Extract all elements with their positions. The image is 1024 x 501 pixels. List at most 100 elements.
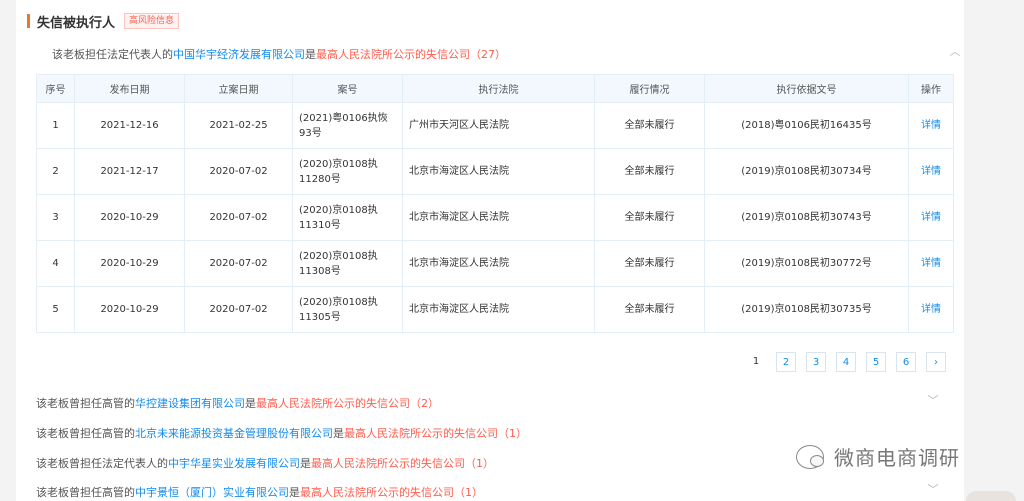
record-prefix: 该老板曾担任高管的 [36, 427, 135, 440]
cell-basis: (2019)京0108民初30772号 [704, 240, 909, 287]
detail-link[interactable]: 详情 [908, 102, 954, 149]
cell-case-no: (2021)粤0106执恢93号 [292, 102, 403, 149]
record-middle: 是 [333, 427, 344, 440]
table-row: 1 2021-12-16 2021-02-25 (2021)粤0106执恢93号… [36, 102, 954, 149]
cell-pub-date: 2020-10-29 [74, 286, 185, 333]
record-middle: 是 [289, 486, 300, 499]
company-link[interactable]: 中宇华星实业发展有限公司 [168, 457, 300, 470]
record-count: （27） [470, 48, 506, 61]
cell-no: 5 [36, 286, 75, 333]
cell-pub-date: 2021-12-16 [74, 102, 185, 149]
table-row: 4 2020-10-29 2020-07-02 (2020)京0108执1130… [36, 240, 954, 287]
header-status: 履行情况 [594, 74, 705, 103]
cell-no: 3 [36, 194, 75, 241]
record-count: （1） [498, 427, 527, 440]
cell-court: 北京市海淀区人民法院 [402, 240, 595, 287]
dishonest-executee-table: 序号 发布日期 立案日期 案号 执行法院 履行情况 执行依据文号 操作 1 20… [36, 74, 954, 333]
record-prefix: 该老板担任法定代表人的 [52, 48, 173, 61]
cell-filing-date: 2020-07-02 [184, 240, 293, 287]
chevron-down-icon[interactable]: ﹀ [926, 483, 940, 497]
cell-basis: (2019)京0108民初30734号 [704, 148, 909, 195]
header-action: 操作 [908, 74, 954, 103]
record-prefix: 该老板曾担任高管的 [36, 486, 135, 499]
cell-court: 北京市海淀区人民法院 [402, 148, 595, 195]
cell-status: 全部未履行 [594, 286, 705, 333]
court-text: 最高人民法院所公示的失信公司 [256, 397, 410, 410]
detail-link[interactable]: 详情 [908, 286, 954, 333]
detail-link[interactable]: 详情 [908, 240, 954, 287]
top-record-line[interactable]: 该老板担任法定代表人的中国华宇经济发展有限公司是最高人民法院所公示的失信公司（2… [52, 45, 962, 62]
company-link[interactable]: 中国华宇经济发展有限公司 [173, 48, 305, 61]
watermark: 微商电商调研 [796, 442, 960, 471]
cell-pub-date: 2021-12-17 [74, 148, 185, 195]
cell-status: 全部未履行 [594, 148, 705, 195]
page-4[interactable]: 4 [836, 352, 856, 372]
cell-basis: (2019)京0108民初30735号 [704, 286, 909, 333]
company-link[interactable]: 北京未来能源投资基金管理股份有限公司 [135, 427, 333, 440]
cell-case-no: (2020)京0108执11280号 [292, 148, 403, 195]
next-page-button[interactable]: › [926, 352, 946, 372]
record-line[interactable]: 该老板曾担任高管的华控建设集团有限公司是最高人民法院所公示的失信公司（2） ﹀ [36, 394, 946, 411]
cell-basis: (2018)粤0106民初16435号 [704, 102, 909, 149]
cell-case-no: (2020)京0108执11305号 [292, 286, 403, 333]
cell-filing-date: 2020-07-02 [184, 148, 293, 195]
detail-link[interactable]: 详情 [908, 194, 954, 241]
cell-status: 全部未履行 [594, 194, 705, 241]
court-text: 最高人民法院所公示的失信公司 [344, 427, 498, 440]
header-court: 执行法院 [402, 74, 595, 103]
record-prefix: 该老板曾担任法定代表人的 [36, 457, 168, 470]
section-accent-bar [27, 14, 30, 28]
company-link[interactable]: 华控建设集团有限公司 [135, 397, 245, 410]
page-5[interactable]: 5 [866, 352, 886, 372]
page-2[interactable]: 2 [776, 352, 796, 372]
header-basis: 执行依据文号 [704, 74, 909, 103]
cell-status: 全部未履行 [594, 102, 705, 149]
record-line[interactable]: 该老板曾担任高管的北京未来能源投资基金管理股份有限公司是最高人民法院所公示的失信… [36, 425, 946, 441]
table-row: 2 2021-12-17 2020-07-02 (2020)京0108执1128… [36, 148, 954, 195]
chevron-up-icon[interactable]: ︿ [948, 45, 962, 59]
record-count: （1） [465, 457, 494, 470]
cell-court: 广州市天河区人民法院 [402, 102, 595, 149]
record-middle: 是 [300, 457, 311, 470]
watermark-text: 微商电商调研 [834, 446, 960, 470]
header-case-no: 案号 [292, 74, 403, 103]
header-filing-date: 立案日期 [184, 74, 293, 103]
record-prefix: 该老板曾担任高管的 [36, 397, 135, 410]
section-title: 失信被执行人 [37, 15, 116, 31]
record-line[interactable]: 该老板曾担任高管的中宇景恒（厦门）实业有限公司是最高人民法院所公示的失信公司（1… [36, 483, 946, 500]
page-3[interactable]: 3 [806, 352, 826, 372]
cell-filing-date: 2021-02-25 [184, 102, 293, 149]
page-1[interactable]: 1 [746, 352, 766, 372]
section-header: 失信被执行人 高风险信息 [27, 12, 180, 31]
wechat-icon [796, 444, 824, 469]
table-row: 3 2020-10-29 2020-07-02 (2020)京0108执1131… [36, 194, 954, 241]
header-no: 序号 [36, 74, 75, 103]
table-header-row: 序号 发布日期 立案日期 案号 执行法院 履行情况 执行依据文号 操作 [36, 74, 954, 103]
court-text: 最高人民法院所公示的失信公司 [300, 486, 454, 499]
cell-case-no: (2020)京0108执11310号 [292, 194, 403, 241]
court-text: 最高人民法院所公示的失信公司 [316, 48, 470, 61]
company-link[interactable]: 中宇景恒（厦门）实业有限公司 [135, 486, 289, 499]
header-pub-date: 发布日期 [74, 74, 185, 103]
feedback-icon[interactable] [966, 491, 1016, 501]
page-6[interactable]: 6 [896, 352, 916, 372]
record-count: （2） [410, 397, 439, 410]
cell-pub-date: 2020-10-29 [74, 240, 185, 287]
cell-filing-date: 2020-07-02 [184, 194, 293, 241]
table-row: 5 2020-10-29 2020-07-02 (2020)京0108执1130… [36, 286, 954, 333]
record-middle: 是 [245, 397, 256, 410]
pagination: 1 2 3 4 5 6 › [746, 352, 956, 372]
cell-case-no: (2020)京0108执11308号 [292, 240, 403, 287]
record-middle: 是 [305, 48, 316, 61]
detail-link[interactable]: 详情 [908, 148, 954, 195]
record-count: （1） [454, 486, 483, 499]
cell-no: 2 [36, 148, 75, 195]
cell-pub-date: 2020-10-29 [74, 194, 185, 241]
cell-no: 4 [36, 240, 75, 287]
cell-status: 全部未履行 [594, 240, 705, 287]
court-text: 最高人民法院所公示的失信公司 [311, 457, 465, 470]
cell-court: 北京市海淀区人民法院 [402, 194, 595, 241]
cell-court: 北京市海淀区人民法院 [402, 286, 595, 333]
chevron-down-icon[interactable]: ﹀ [926, 394, 940, 408]
cell-no: 1 [36, 102, 75, 149]
